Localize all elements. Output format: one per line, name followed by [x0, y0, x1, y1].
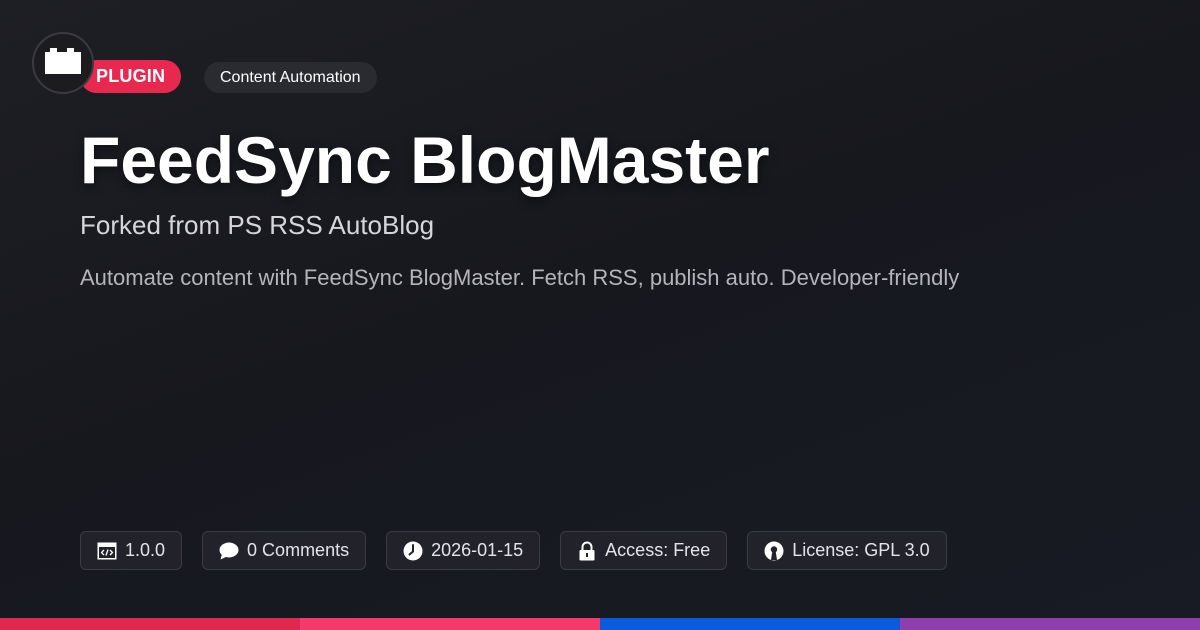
comments-chip[interactable]: 0 Comments [202, 531, 367, 570]
bar-segment [300, 618, 600, 630]
open-source-icon [764, 541, 784, 561]
comments-text: 0 Comments [247, 540, 350, 560]
bar-segment [900, 618, 1200, 630]
page-description: Automate content with FeedSync BlogMaste… [80, 265, 960, 290]
lock-icon [577, 541, 597, 561]
date-chip: 2026-01-15 [386, 531, 541, 570]
type-badge: PLUGIN [80, 60, 182, 93]
version-text: 1.0.0 [125, 540, 166, 560]
bar-segment [600, 618, 900, 630]
access-chip: Access: Free [560, 531, 728, 570]
version-chip: 1.0.0 [80, 531, 183, 570]
plugin-logo [32, 32, 94, 94]
meta-row: 1.0.0 0 Comments 2026-01-15 Access: Free… [80, 531, 947, 570]
license-chip: License: GPL 3.0 [747, 531, 947, 570]
code-window-icon [97, 541, 117, 561]
license-text: License: GPL 3.0 [792, 540, 930, 560]
page-subtitle: Forked from PS RSS AutoBlog [80, 210, 435, 240]
date-text: 2026-01-15 [431, 540, 524, 560]
bar-segment [0, 618, 300, 630]
access-text: Access: Free [605, 540, 711, 560]
bottom-color-bar [0, 618, 1200, 630]
clock-icon [403, 541, 423, 561]
page-title: FeedSync BlogMaster [80, 123, 770, 197]
plugin-block-icon [45, 46, 81, 81]
comment-bubble-icon [219, 541, 239, 561]
category-badge[interactable]: Content Automation [204, 62, 377, 93]
